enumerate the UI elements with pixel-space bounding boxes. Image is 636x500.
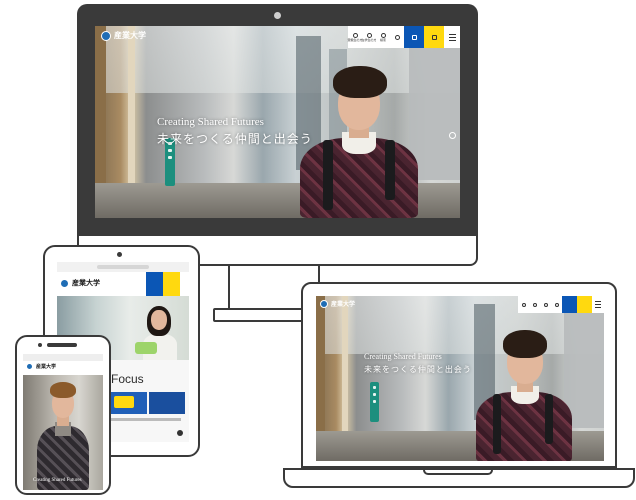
phone-speaker <box>47 343 77 347</box>
scroll-indicator <box>448 132 456 212</box>
logo-text: 産業大学 <box>114 31 146 40</box>
nav-blue-button[interactable] <box>562 296 577 313</box>
document-icon <box>431 34 437 40</box>
menu-button[interactable] <box>444 26 460 48</box>
nav-item-3[interactable] <box>551 296 562 313</box>
desktop-nav: 受験生の方 在学生の方 検索 <box>348 26 460 48</box>
site-logo[interactable]: 産業大学 <box>101 30 146 41</box>
logo-mark-icon <box>26 363 33 370</box>
person-icon <box>521 302 526 307</box>
laptop-green-sign <box>370 382 379 422</box>
nav-item-1[interactable]: 在学生の方 <box>362 26 377 48</box>
hamburger-icon <box>448 33 456 35</box>
nav-blue-button[interactable] <box>404 26 424 48</box>
nav-item-2[interactable]: 検索 <box>376 26 390 48</box>
laptop-hero-title-jp: 未来をつくる仲間と出会う <box>364 365 472 374</box>
hero-title-en: Creating Shared Futures <box>157 116 264 128</box>
nav-yellow-button[interactable] <box>424 26 444 48</box>
desktop-monitor: 産業大学 受験生の方 在学生の方 検索 Creating Shared Futu… <box>77 4 478 266</box>
monitor-camera <box>274 12 281 19</box>
laptop-screen: 産業大学 Creating Shared Futures 未来をつくる仲間と出会… <box>316 296 604 461</box>
desktop-screen: 産業大学 受験生の方 在学生の方 検索 Creating Shared Futu… <box>95 26 460 218</box>
logo-mark-icon <box>101 30 111 41</box>
hero-title-jp: 未来をつくる仲間と出会う <box>157 132 313 146</box>
tablet-focus-card-2[interactable] <box>149 392 185 414</box>
laptop-trackpad-notch <box>423 470 493 475</box>
nav-item-1[interactable] <box>529 296 540 313</box>
tablet-pager-dot[interactable] <box>177 430 183 436</box>
tablet-site-logo[interactable]: 産業大学 <box>60 278 100 288</box>
logo-mark-icon <box>320 299 328 308</box>
globe-icon <box>554 302 559 307</box>
tablet-nav-blue-button[interactable] <box>146 272 163 296</box>
nav-item-0[interactable]: 受験生の方 <box>348 26 363 48</box>
search-icon <box>543 302 548 307</box>
phone-camera <box>38 343 42 347</box>
menu-button[interactable] <box>592 296 604 313</box>
tablet-focus-card-1[interactable] <box>111 392 147 414</box>
laptop-site-logo[interactable]: 産業大学 <box>320 299 355 308</box>
globe-icon <box>394 34 400 40</box>
phone-status-bar <box>23 354 103 361</box>
person-icon <box>532 302 537 307</box>
nav-item-3[interactable] <box>390 26 404 48</box>
laptop-hero-title-en: Creating Shared Futures <box>364 352 442 361</box>
monitor-stand <box>228 266 242 310</box>
phone-site-logo[interactable]: 産業大学 <box>26 363 56 370</box>
nav-yellow-button[interactable] <box>577 296 592 313</box>
phone-hero-title-en: Creating Shared Futures <box>33 478 82 483</box>
tablet-nav-yellow-button[interactable] <box>163 272 180 296</box>
nav-item-0[interactable] <box>518 296 529 313</box>
laptop: 産業大学 Creating Shared Futures 未来をつくる仲間と出会… <box>283 282 635 492</box>
phone-screen: 産業大学 Creating Shared Futures <box>23 354 103 490</box>
logo-mark-icon <box>60 278 69 288</box>
tablet-focus-card-text <box>111 418 181 421</box>
laptop-nav <box>518 296 604 313</box>
tablet-camera <box>117 252 122 257</box>
hamburger-icon <box>595 301 601 302</box>
tablet-focus-heading: Focus <box>111 372 144 386</box>
nav-item-2[interactable] <box>540 296 551 313</box>
document-icon <box>411 34 417 40</box>
